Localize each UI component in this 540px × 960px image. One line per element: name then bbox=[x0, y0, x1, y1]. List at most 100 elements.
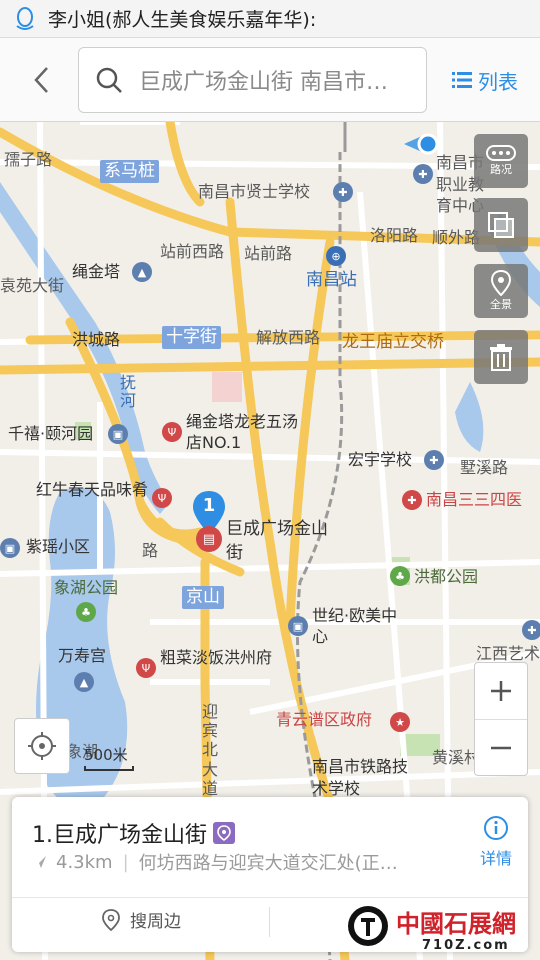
info-icon bbox=[484, 816, 508, 840]
panorama-button[interactable]: 全景 bbox=[474, 264, 528, 318]
card-vertical-divider bbox=[269, 907, 270, 937]
scale-label: 500米 bbox=[84, 746, 128, 764]
road-label: 站前路 bbox=[244, 244, 293, 263]
notification-text: 李小姐(郝人生美食娱乐嘉年华): bbox=[48, 9, 317, 31]
poi-label: 江西艺术 bbox=[476, 644, 540, 663]
place-title: 1.巨成广场金山街 bbox=[32, 817, 235, 849]
school-icon: ✚ bbox=[333, 182, 353, 202]
road-label: 洛阳路 bbox=[370, 226, 419, 245]
poi-label: 南昌市铁路技术学校 bbox=[312, 757, 409, 798]
place-subtitle: 4.3km | 何坊西路与迎宾大道交汇处(正… bbox=[32, 849, 459, 875]
poi-label: 南昌站 bbox=[306, 270, 357, 290]
road-label: 顺外路 bbox=[432, 228, 481, 247]
school-icon: ✚ bbox=[413, 164, 433, 184]
poi-label: 红牛春天品味肴 bbox=[36, 480, 149, 499]
road-label: 解放西路 bbox=[256, 328, 321, 347]
trash-icon bbox=[490, 344, 512, 371]
list-icon bbox=[452, 72, 472, 88]
watermark-title: 中國石展網 bbox=[396, 909, 516, 938]
distance-text: 4.3km bbox=[56, 851, 113, 873]
search-nearby-label: 搜周边 bbox=[130, 912, 181, 932]
panorama-label: 全景 bbox=[490, 298, 512, 311]
scale-bar bbox=[84, 766, 134, 771]
traffic-label: 路况 bbox=[490, 163, 512, 176]
layers-button[interactable] bbox=[474, 198, 528, 252]
watermark-url: 710Z.com bbox=[422, 938, 510, 953]
marker-number: 1 bbox=[202, 495, 216, 516]
header: 巨成广场金山街 南昌市… 列表 bbox=[0, 38, 540, 122]
station-icon: ⊕ bbox=[326, 246, 346, 266]
minus-icon bbox=[491, 746, 511, 750]
poi-label: 南昌市贤士学校 bbox=[198, 182, 311, 201]
district-tag: 京山 bbox=[182, 586, 224, 609]
watermark: 中國石展網 710Z.com bbox=[346, 900, 540, 960]
card-divider bbox=[12, 897, 528, 898]
landmark-icon: ▲ bbox=[132, 262, 152, 282]
locate-button[interactable] bbox=[14, 718, 70, 774]
landmark-icon: ▲ bbox=[74, 672, 94, 692]
district-tag: 系马桩 bbox=[100, 160, 159, 183]
park-label: 洪都公园 bbox=[414, 567, 479, 586]
stone-logo-icon bbox=[348, 906, 388, 946]
restaurant-icon: Ψ bbox=[162, 422, 182, 442]
my-location-marker bbox=[404, 132, 440, 156]
pin-icon bbox=[491, 270, 511, 296]
shop-icon: ▤ bbox=[196, 526, 222, 552]
back-button[interactable] bbox=[22, 60, 62, 100]
road-label: 袁苑大街 bbox=[0, 276, 65, 295]
road-label: 迎宾北大道 bbox=[202, 702, 219, 798]
park-icon: ♣ bbox=[76, 602, 96, 622]
location-pin-icon bbox=[102, 908, 120, 931]
details-button[interactable]: 详情 bbox=[472, 815, 520, 869]
traffic-button[interactable]: 路况 bbox=[474, 134, 528, 188]
building-icon: ▣ bbox=[108, 424, 128, 444]
road-label: 墅溪路 bbox=[460, 458, 509, 477]
poi-label: 绳金塔龙老五汤店NO.1 bbox=[186, 412, 299, 452]
map-label: 孺子路 bbox=[4, 150, 53, 169]
poi-label: 世纪·欧美中心 bbox=[312, 606, 398, 646]
poi-pin-icon bbox=[213, 822, 235, 844]
list-button[interactable]: 列表 bbox=[452, 64, 518, 96]
district-tag: 十字街 bbox=[162, 326, 221, 349]
poi-label: 千禧·颐河园 bbox=[8, 424, 94, 443]
school-icon: ✚ bbox=[522, 620, 540, 640]
zoom-control bbox=[474, 662, 528, 776]
zoom-out-button[interactable] bbox=[475, 720, 527, 776]
poi-label: 黄溪村 bbox=[432, 748, 481, 767]
navigation-arrow-icon bbox=[34, 856, 46, 868]
place-title-text: 1.巨成广场金山街 bbox=[32, 823, 207, 848]
traffic-icon bbox=[486, 145, 516, 161]
delete-button[interactable] bbox=[474, 330, 528, 384]
hospital-icon: ✚ bbox=[402, 490, 422, 510]
park-icon: ♣ bbox=[390, 566, 410, 586]
search-icon bbox=[96, 67, 122, 93]
building-icon: ▣ bbox=[288, 616, 308, 636]
notification-bar[interactable]: 李小姐(郝人生美食娱乐嘉年华): bbox=[0, 0, 540, 38]
poi-label: 万寿宫 bbox=[58, 646, 107, 665]
poi-label: 南昌三三四医 bbox=[426, 490, 523, 509]
locate-icon bbox=[28, 732, 56, 760]
road-label: 站前西路 bbox=[160, 242, 225, 261]
school-icon: ✚ bbox=[424, 450, 444, 470]
building-icon: ▣ bbox=[0, 538, 20, 558]
road-label: 路 bbox=[142, 541, 159, 560]
chevron-left-icon bbox=[34, 67, 48, 93]
selected-poi-label: 巨成广场金山街 bbox=[226, 519, 328, 563]
poi-label: 粗菜淡饭洪州府 bbox=[160, 648, 273, 667]
government-icon: ★ bbox=[390, 712, 410, 732]
poi-label: 龙王庙立交桥 bbox=[342, 332, 444, 352]
river-label: 抚河 bbox=[120, 373, 137, 410]
poi-label: 青云谱区政府 bbox=[276, 710, 373, 729]
zoom-in-button[interactable] bbox=[475, 663, 527, 719]
details-label: 详情 bbox=[479, 849, 512, 868]
layers-icon bbox=[488, 212, 514, 238]
poi-label: 绳金塔 bbox=[72, 262, 121, 281]
address-text: 何坊西路与迎宾大道交汇处(正… bbox=[138, 853, 398, 874]
plus-icon bbox=[491, 681, 511, 701]
list-label: 列表 bbox=[478, 69, 518, 94]
restaurant-icon: Ψ bbox=[136, 658, 156, 678]
search-input[interactable]: 巨成广场金山街 南昌市… bbox=[78, 47, 427, 113]
qq-icon bbox=[16, 6, 34, 30]
road-label: 洪城路 bbox=[72, 330, 121, 349]
search-nearby-button[interactable]: 搜周边 bbox=[102, 907, 181, 932]
